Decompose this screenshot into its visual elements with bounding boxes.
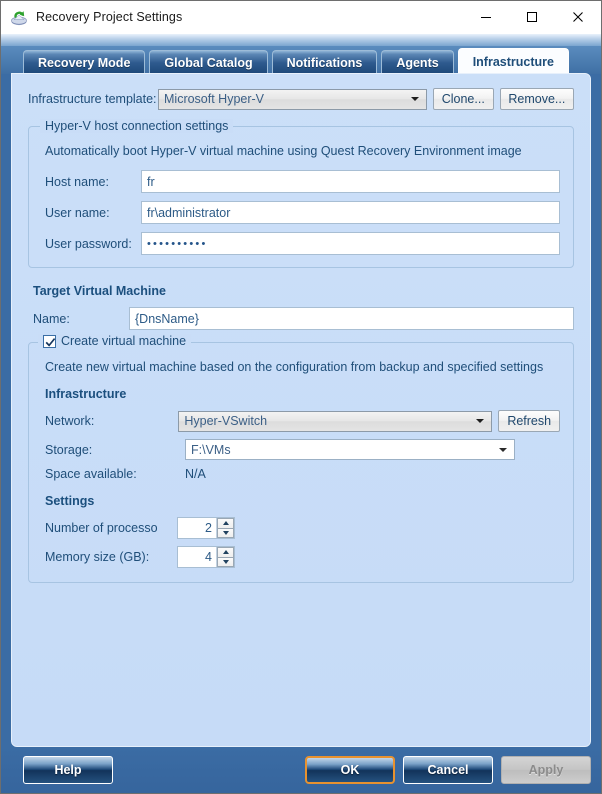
processors-decrement-button[interactable] — [217, 527, 234, 538]
memory-stepper-buttons — [216, 547, 234, 567]
infrastructure-template-row: Infrastructure template: Microsoft Hyper… — [28, 88, 574, 110]
storage-value: F:\VMs — [191, 442, 231, 457]
tab-notifications[interactable]: Notifications — [271, 50, 378, 74]
host-name-row: Host name: fr — [42, 170, 560, 193]
help-button[interactable]: Help — [23, 756, 113, 784]
target-vm-name-label: Name: — [33, 311, 70, 326]
dialog-footer: Help OK Cancel Apply — [1, 747, 601, 793]
memory-increment-button[interactable] — [217, 547, 234, 557]
triangle-up-icon — [222, 550, 229, 555]
processors-stepper-buttons — [216, 518, 234, 538]
host-connection-description: Automatically boot Hyper-V virtual machi… — [45, 144, 522, 158]
network-value: Hyper-VSwitch — [184, 414, 268, 428]
storage-select[interactable]: F:\VMs — [185, 439, 515, 460]
tab-strip: Recovery Mode Global Catalog Notificatio… — [1, 46, 601, 74]
infrastructure-template-select[interactable]: Microsoft Hyper-V — [158, 88, 427, 110]
maximize-icon[interactable] — [509, 1, 555, 33]
tab-infrastructure[interactable]: Infrastructure — [457, 48, 569, 74]
processors-row: Number of processo 2 — [45, 517, 560, 539]
infrastructure-template-value: Microsoft Hyper-V — [164, 92, 265, 106]
triangle-down-icon — [222, 530, 229, 535]
user-password-label: User password: — [45, 236, 132, 251]
create-vm-description: Create new virtual machine based on the … — [45, 360, 544, 374]
storage-row: Storage: F:\VMs — [42, 439, 560, 460]
create-vm-checkbox-row[interactable]: Create virtual machine — [38, 334, 192, 348]
ok-button[interactable]: OK — [305, 756, 395, 784]
processors-value[interactable]: 2 — [178, 518, 216, 538]
network-row: Network: Hyper-VSwitch Refresh — [42, 410, 560, 432]
host-connection-group-title: Hyper-V host connection settings — [40, 119, 234, 133]
title-underline — [1, 34, 601, 46]
host-connection-group: Hyper-V host connection settings Automat… — [28, 119, 574, 268]
target-vm-heading-wrap: Target Virtual Machine — [33, 282, 574, 300]
host-name-input[interactable]: fr — [141, 170, 560, 193]
storage-label: Storage: — [45, 442, 93, 457]
chevron-down-icon — [476, 419, 485, 423]
cancel-button[interactable]: Cancel — [403, 756, 493, 784]
target-vm-heading: Target Virtual Machine — [33, 284, 166, 298]
chevron-down-icon — [499, 447, 507, 452]
triangle-down-icon — [222, 559, 229, 564]
infrastructure-subheading: Infrastructure — [45, 387, 127, 401]
infrastructure-template-label: Infrastructure template: — [28, 92, 157, 106]
recovery-project-settings-window: Recovery Project Settings Recovery Mode … — [0, 0, 602, 794]
user-name-label: User name: — [45, 205, 110, 220]
memory-stepper[interactable]: 4 — [177, 546, 235, 568]
settings-subheading: Settings — [45, 494, 95, 508]
target-vm-name-row: Name: {DnsName} — [33, 307, 574, 330]
refresh-button[interactable]: Refresh — [498, 410, 560, 432]
triangle-up-icon — [222, 521, 229, 526]
infrastructure-panel-frame: Infrastructure template: Microsoft Hyper… — [11, 73, 591, 747]
clone-button[interactable]: Clone... — [432, 88, 494, 110]
processors-label: Number of processo — [45, 521, 158, 535]
apply-button: Apply — [501, 756, 591, 784]
memory-label: Memory size (GB): — [45, 550, 150, 564]
host-name-label: Host name: — [45, 174, 109, 189]
window-controls — [463, 1, 601, 33]
processors-stepper[interactable]: 2 — [177, 517, 235, 539]
network-label: Network: — [45, 414, 95, 428]
user-name-input[interactable]: fr\administrator — [141, 201, 560, 224]
processors-increment-button[interactable] — [217, 518, 234, 528]
tab-global-catalog[interactable]: Global Catalog — [149, 50, 268, 74]
remove-button[interactable]: Remove... — [499, 88, 574, 110]
user-name-row: User name: fr\administrator — [42, 201, 560, 224]
recovery-app-icon — [10, 8, 28, 26]
space-available-value: N/A — [185, 467, 206, 481]
close-icon[interactable] — [555, 1, 601, 33]
memory-decrement-button[interactable] — [217, 556, 234, 567]
create-vm-group: Create virtual machine Create new virtua… — [28, 334, 574, 583]
settings-subheading-wrap: Settings — [45, 492, 560, 510]
user-password-row: User password: •••••••••• — [42, 232, 560, 255]
memory-value[interactable]: 4 — [178, 547, 216, 567]
network-select[interactable]: Hyper-VSwitch — [178, 410, 493, 432]
tab-recovery-mode[interactable]: Recovery Mode — [23, 50, 146, 74]
user-password-input[interactable]: •••••••••• — [141, 232, 560, 255]
title-bar: Recovery Project Settings — [1, 1, 601, 34]
target-vm-name-input[interactable]: {DnsName} — [129, 307, 574, 330]
infrastructure-subheading-wrap: Infrastructure — [45, 385, 560, 403]
space-available-label: Space available: — [45, 467, 137, 481]
create-vm-checkbox[interactable] — [43, 334, 56, 348]
chevron-down-icon — [410, 97, 419, 101]
space-available-row: Space available: N/A — [42, 467, 560, 481]
minimize-icon[interactable] — [463, 1, 509, 33]
window-title: Recovery Project Settings — [36, 10, 183, 24]
tab-agents[interactable]: Agents — [381, 50, 454, 74]
memory-row: Memory size (GB): 4 — [45, 546, 560, 568]
create-vm-checkbox-label: Create virtual machine — [61, 334, 187, 348]
infrastructure-panel: Infrastructure template: Microsoft Hyper… — [12, 74, 590, 746]
